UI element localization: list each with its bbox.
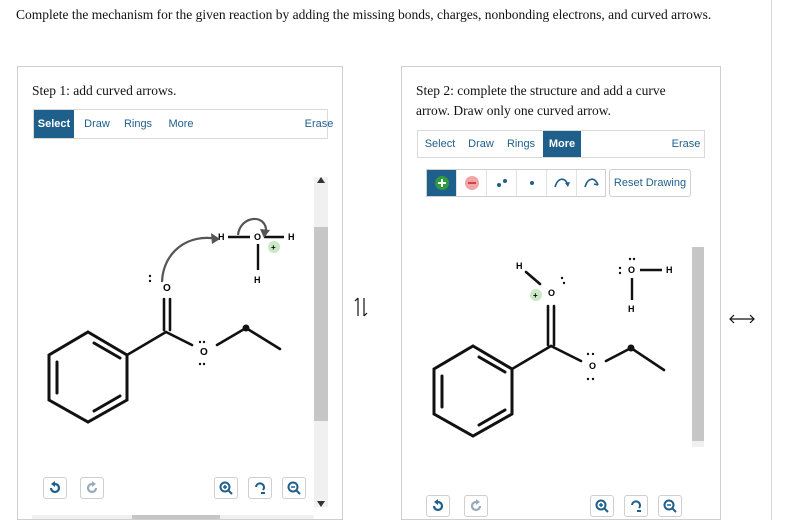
step1-zoom-out-button[interactable]: [282, 477, 306, 499]
step1-o-ester: O: [200, 347, 208, 358]
zoom-in-icon: [595, 499, 609, 513]
plus-icon: [434, 176, 449, 190]
step1-horizontal-scrollbar[interactable]: [32, 515, 314, 519]
step2-curved-arrow-tool[interactable]: [547, 170, 577, 196]
step2-h-water-right: H: [666, 265, 673, 275]
step2-ester-bonds: [510, 270, 666, 372]
step1-scroll-thumb[interactable]: [314, 227, 328, 421]
step2-undo-button[interactable]: [426, 495, 450, 517]
step1-select-tab[interactable]: Select: [34, 110, 74, 138]
equilibrium-arrows: [354, 296, 368, 323]
radical-icon: [529, 181, 534, 185]
step1-positive-charge: +: [271, 243, 276, 252]
step2-negative-charge-tool[interactable]: [457, 170, 487, 196]
redo-icon: [86, 481, 98, 494]
equilibrium-icon: [354, 297, 368, 317]
step2-redo-button[interactable]: [464, 495, 488, 517]
step1-benzene-ring: [47, 330, 129, 424]
step1-draw-tab[interactable]: Draw: [80, 110, 114, 138]
step2-rings-tab[interactable]: Rings: [502, 131, 540, 157]
step1-toolbar: Select Draw Rings More Erase: [33, 109, 333, 139]
step2-o-water: O: [628, 265, 635, 275]
step2-title-line1: Step 2: complete the structure and add a…: [416, 83, 666, 98]
step1-h-water-right: H: [288, 232, 295, 242]
zoom-out-icon: [663, 499, 677, 513]
zoom-out-icon: [287, 481, 301, 495]
lone-pair-icon: [496, 179, 507, 187]
undo-icon: [432, 499, 444, 512]
step1-vertical-scrollbar[interactable]: [314, 177, 328, 507]
step2-title-line2: arrow. Draw only one curved arrow.: [416, 103, 612, 118]
step1-title: Step 1: add curved arrows.: [32, 83, 177, 98]
undo-icon: [49, 481, 61, 494]
step1-zoom-reset-button[interactable]: [248, 477, 272, 499]
zoom-in-icon: [219, 481, 233, 495]
step2-h-water-bottom: H: [628, 304, 635, 314]
step2-benzene-ring: [432, 344, 514, 438]
step1-o-carbonyl-lone-pairs: [148, 274, 152, 283]
step2-vertical-scrollbar[interactable]: [692, 247, 704, 447]
step2-reset-drawing-button[interactable]: Reset Drawing: [609, 169, 691, 197]
double-arrow-icon: [729, 314, 755, 324]
step1-drawing-canvas[interactable]: O O H O H H +: [28, 167, 318, 457]
minus-icon: [464, 176, 479, 190]
step2-draw-tab[interactable]: Draw: [464, 131, 498, 157]
step2-zoom-in-button[interactable]: [590, 495, 614, 517]
step2-h-protonated: H: [516, 261, 523, 271]
step2-toolbar: Select Draw Rings More Erase: [417, 130, 705, 158]
step2-lone-pair-tool[interactable]: [487, 170, 517, 196]
step2-more-tools: [426, 169, 606, 197]
question-frame: Complete the mechanism for the given rea…: [0, 0, 772, 520]
step1-scroll-down-icon[interactable]: [317, 501, 325, 507]
step2-radical-tool[interactable]: [517, 170, 547, 196]
step2-o-ester: O: [589, 361, 596, 371]
step1-h-water-bottom: H: [254, 275, 261, 285]
step2-positive-charge: +: [533, 291, 538, 300]
step1-curved-arrow-o-to-h[interactable]: [160, 236, 219, 283]
step1-more-tab[interactable]: More: [162, 110, 200, 138]
step1-o-water: O: [254, 232, 261, 242]
step1-scroll-up-icon[interactable]: [317, 177, 325, 183]
step1-h-water-left: H: [218, 232, 225, 242]
step1-hscroll-thumb[interactable]: [132, 515, 220, 519]
step2-o-carbonyl: O: [548, 288, 555, 298]
resize-horizontal-icon[interactable]: [728, 312, 756, 330]
step2-panel: Step 2: complete the structure and add a…: [401, 66, 721, 520]
step2-zoom-reset-button[interactable]: [624, 495, 648, 517]
step2-scroll-thumb[interactable]: [692, 247, 704, 441]
zoom-reset-icon: [255, 482, 265, 494]
step1-panel: Step 1: add curved arrows. Select Draw R…: [17, 66, 343, 520]
redo-icon: [470, 499, 482, 512]
step2-erase-button[interactable]: Erase: [668, 131, 704, 157]
zoom-reset-icon: [631, 500, 641, 512]
step1-o-carbonyl: O: [163, 283, 171, 294]
step2-o-carbonyl-lone-pairs: [560, 276, 566, 285]
step1-rings-tab[interactable]: Rings: [119, 110, 157, 138]
step1-zoom-in-button[interactable]: [214, 477, 238, 499]
question-text: Complete the mechanism for the given rea…: [16, 7, 712, 22]
step1-carbon-dot: [242, 324, 250, 332]
step2-carbon-dot: [627, 344, 635, 352]
step2-positive-charge-tool[interactable]: [427, 170, 457, 196]
step1-erase-button[interactable]: Erase: [302, 110, 336, 138]
step1-undo-button[interactable]: [43, 477, 67, 499]
step2-zoom-out-button[interactable]: [658, 495, 682, 517]
step2-more-tab[interactable]: More: [543, 131, 581, 157]
fishhook-arrow-icon: [584, 178, 599, 188]
step2-half-arrow-tool[interactable]: [577, 170, 607, 196]
step2-drawing-canvas[interactable]: H O + O O H H: [412, 212, 694, 492]
step1-redo-button[interactable]: [80, 477, 104, 499]
curved-arrow-icon: [553, 178, 570, 188]
step2-select-tab[interactable]: Select: [420, 131, 460, 157]
